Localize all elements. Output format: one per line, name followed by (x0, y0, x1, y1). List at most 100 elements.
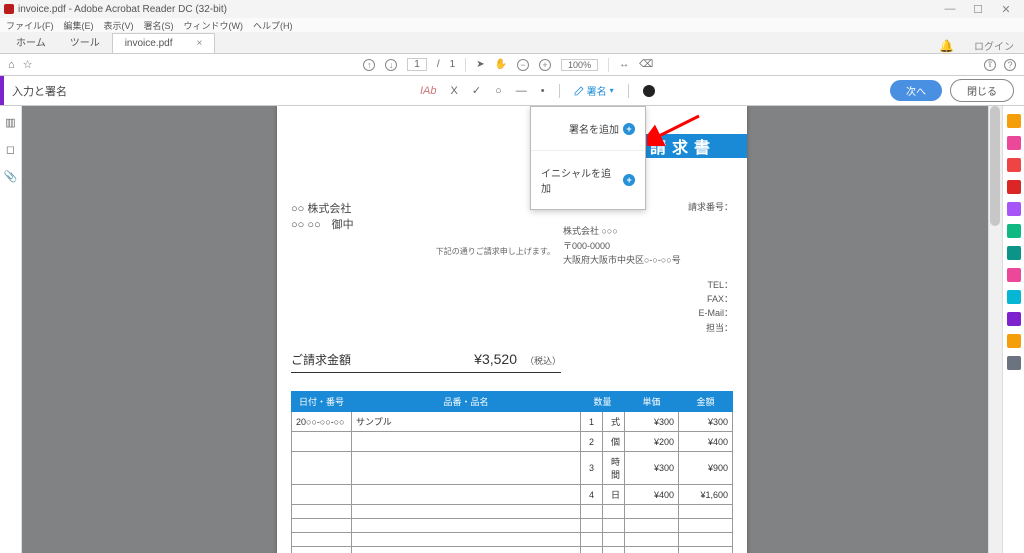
sender-address: 大阪府大阪市中央区○-○-○○号 (563, 253, 733, 267)
table-row (292, 547, 733, 553)
rtool-9[interactable] (1007, 290, 1021, 304)
eraser-icon[interactable]: ⌫ (639, 59, 653, 70)
table-row: 20○○-○○-○○サンプル1式¥300¥300 (292, 412, 733, 432)
page-up-button[interactable]: ↑ (363, 59, 375, 71)
thumbnails-icon[interactable]: ▥ (5, 116, 15, 129)
bell-icon[interactable]: 🔔 (939, 39, 954, 53)
table-row: 3時間¥300¥900 (292, 452, 733, 485)
fit-width-icon[interactable]: ↔ (619, 59, 629, 70)
zoom-in-button[interactable]: + (539, 59, 551, 71)
page-current[interactable]: 1 (407, 58, 427, 71)
rtool-8[interactable] (1007, 268, 1021, 282)
chevron-down-icon: ▾ (610, 86, 614, 95)
tanto-label: 担当： (563, 321, 733, 335)
rtool-5[interactable] (1007, 202, 1021, 216)
page-total: 1 (450, 59, 456, 70)
fax-label: FAX： (563, 292, 733, 306)
amount-row: ご請求金額 ¥3,520 （税込） (291, 347, 561, 373)
menu-sign[interactable]: 署名(S) (144, 19, 174, 32)
document-viewer[interactable]: 署名を追加 + イニシャルを追加 + 請求書 ○○ 株式会社 ○○ ○○ 御中 (22, 106, 1002, 553)
star-icon[interactable]: ☆ (23, 58, 33, 71)
hand-tool-icon[interactable]: ✋ (495, 59, 507, 70)
tab-document[interactable]: invoice.pdf × (112, 33, 216, 53)
close-window-button[interactable]: ✕ (992, 3, 1020, 16)
sign-dropdown-popup: 署名を追加 + イニシャルを追加 + (530, 106, 646, 210)
sender-company: 株式会社 ○○○ (563, 224, 733, 238)
page-down-button[interactable]: ↓ (385, 59, 397, 71)
rtool-3[interactable] (1007, 158, 1021, 172)
table-row: 4日¥400¥1,600 (292, 485, 733, 505)
add-signature-label: 署名を追加 (569, 121, 619, 136)
text-tool-icon[interactable]: IAb (420, 85, 437, 97)
sign-toolbar: 入力と署名 IAb X ✓ ○ — • 署名 ▾ 次へ 閉じる (0, 76, 1024, 106)
th-qty: 数量 (581, 392, 625, 412)
tab-tools[interactable]: ツール (58, 30, 112, 53)
invoice-note: 下記の通りご請求申し上げます。 (291, 246, 563, 257)
attachment-icon[interactable]: 📎 (4, 170, 18, 183)
left-rail: ▥ ◻ 📎 (0, 106, 22, 553)
zoom-out-button[interactable]: − (517, 59, 529, 71)
plus-icon: + (623, 123, 635, 135)
tab-close-icon[interactable]: × (197, 38, 203, 49)
menu-window[interactable]: ウィンドウ(W) (184, 19, 244, 32)
tab-home[interactable]: ホーム (4, 30, 58, 53)
maximize-button[interactable]: ☐ (964, 3, 992, 16)
menu-bar: ファイル(F) 編集(E) 表示(V) 署名(S) ウィンドウ(W) ヘルプ(H… (0, 18, 1024, 32)
plus-icon: + (623, 174, 635, 186)
amount-tax: （税込） (517, 354, 561, 367)
dot-tool-icon[interactable]: • (541, 85, 545, 97)
pointer-tool-icon[interactable]: ➤ (476, 59, 484, 70)
help-button[interactable]: ? (1004, 59, 1016, 71)
scrollbar-thumb[interactable] (990, 106, 1000, 226)
sign-toolbar-title: 入力と署名 (12, 83, 67, 99)
vertical-scrollbar[interactable] (988, 106, 1002, 553)
page-sep: / (437, 59, 440, 70)
rtool-1[interactable] (1007, 114, 1021, 128)
sender-zip: 〒000-0000 (563, 239, 733, 253)
rtool-10[interactable] (1007, 334, 1021, 348)
window-title: invoice.pdf - Adobe Acrobat Reader DC (3… (18, 4, 227, 15)
line-tool-icon[interactable]: — (516, 85, 527, 97)
table-row (292, 519, 733, 533)
next-button[interactable]: 次へ (890, 80, 942, 101)
table-row (292, 505, 733, 519)
login-link[interactable]: ログイン (964, 38, 1024, 53)
add-signature-item[interactable]: 署名を追加 + (531, 107, 645, 150)
rtool-4[interactable] (1007, 180, 1021, 194)
tab-row: ホーム ツール invoice.pdf × 🔔 ログイン (0, 32, 1024, 54)
pen-icon (574, 86, 584, 96)
sign-dropdown[interactable]: 署名 ▾ (574, 83, 614, 98)
th-item: 品番・品名 (352, 392, 581, 412)
th-amount: 金額 (679, 392, 733, 412)
tab-document-label: invoice.pdf (125, 38, 173, 49)
minimize-button[interactable]: — (936, 3, 964, 15)
home-icon[interactable]: ⌂ (8, 59, 15, 71)
check-tool-icon[interactable]: ✓ (472, 84, 481, 97)
circle-tool-icon[interactable]: ○ (495, 85, 502, 97)
main-area: ▥ ◻ 📎 署名を追加 + イニシャルを追加 + 請求書 (0, 106, 1024, 553)
color-picker-dot[interactable] (643, 85, 655, 97)
rtool-7[interactable] (1007, 246, 1021, 260)
th-date: 日付・番号 (292, 392, 352, 412)
invoice-table: 日付・番号 品番・品名 数量 単価 金額 20○○-○○-○○サンプル1式¥30… (291, 391, 733, 553)
menu-help[interactable]: ヘルプ(H) (253, 19, 293, 32)
rtool-6[interactable] (1007, 224, 1021, 238)
title-bar: invoice.pdf - Adobe Acrobat Reader DC (3… (0, 0, 1024, 18)
bookmark-icon[interactable]: ◻ (6, 143, 15, 156)
rtool-11[interactable] (1007, 356, 1021, 370)
right-rail (1002, 106, 1024, 553)
purple-strip (0, 76, 4, 105)
zoom-level[interactable]: 100% (561, 59, 598, 71)
recipient-name: ○○ ○○ 御中 (291, 216, 563, 232)
rtool-sign[interactable] (1007, 312, 1021, 326)
th-price: 単価 (625, 392, 679, 412)
tel-label: TEL： (563, 278, 733, 292)
table-row: 2個¥200¥400 (292, 432, 733, 452)
add-initial-item[interactable]: イニシャルを追加 + (531, 150, 645, 209)
amount-label: ご請求金額 (291, 351, 474, 368)
close-button[interactable]: 閉じる (950, 79, 1014, 102)
x-tool-icon[interactable]: X (451, 85, 458, 97)
share-button[interactable]: ⇪ (984, 59, 996, 71)
email-label: E-Mail： (563, 306, 733, 320)
rtool-2[interactable] (1007, 136, 1021, 150)
